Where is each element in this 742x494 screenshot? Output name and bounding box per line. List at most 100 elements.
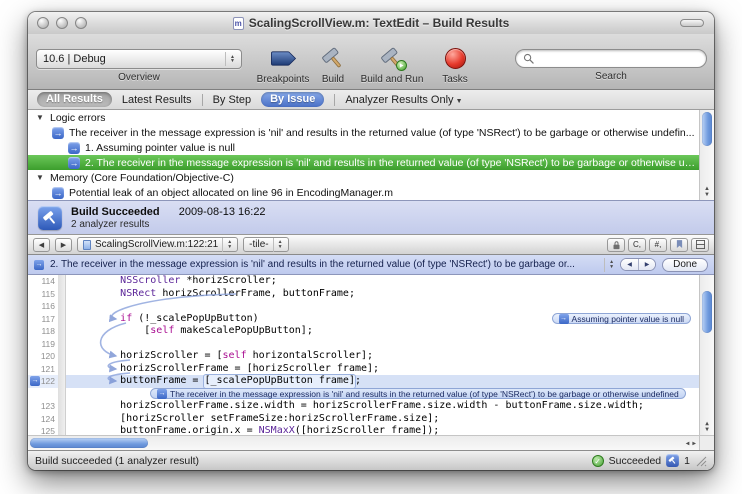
search-input[interactable]: [515, 49, 707, 68]
done-button[interactable]: Done: [662, 258, 708, 272]
code-segment: self: [223, 350, 247, 363]
line-number[interactable]: 123: [28, 400, 58, 413]
line-number[interactable]: 115: [28, 288, 58, 301]
line-number[interactable]: 114: [28, 275, 58, 288]
next-issue-button[interactable]: ▶: [638, 259, 655, 270]
toolbar: 10.6 | Debug ▲▼ Overview Breakpoints: [28, 34, 714, 90]
divider: [334, 94, 335, 106]
scrollbar-thumb[interactable]: [702, 112, 712, 146]
analyzer-count: 1: [684, 455, 690, 467]
bookmark-button[interactable]: [670, 238, 688, 252]
line-number[interactable]: 120: [28, 350, 58, 363]
line-number[interactable]: 117: [28, 313, 58, 326]
code-segment: [72, 313, 120, 326]
scrollbar-arrows[interactable]: ▲ ▼: [700, 421, 714, 433]
line-number[interactable]: 118: [28, 325, 58, 338]
overview-popup[interactable]: 10.6 | Debug ▲▼: [36, 49, 242, 69]
line-number[interactable]: 122→: [28, 375, 58, 388]
result-label: The receiver in the message expression i…: [69, 127, 695, 139]
popup-arrows-icon: ▲▼: [273, 238, 283, 252]
code-line[interactable]: 119: [28, 338, 699, 351]
resize-grip-icon[interactable]: [695, 455, 707, 467]
tasks-button[interactable]: Tasks: [433, 34, 477, 89]
code-segment: [horizScroller setFrameSize:horizScrolle…: [72, 413, 439, 426]
code-line[interactable]: 117 if (!_scalePopUpButton)→Assuming poi…: [28, 313, 699, 326]
code-segment: makeScalePopUpButton];: [174, 325, 312, 338]
scrollbar-arrows[interactable]: ▲ ▼: [700, 186, 714, 198]
result-row[interactable]: →1. Assuming pointer value is null: [28, 140, 699, 155]
line-number[interactable]: 116: [28, 300, 58, 313]
code-line[interactable]: 115 NSRect horizScrollerFrame, buttonFra…: [28, 288, 699, 301]
success-check-icon: ✓: [592, 455, 604, 467]
result-row[interactable]: ▼ Logic errors: [28, 110, 699, 125]
breakpoint-arrow-icon: [270, 50, 297, 67]
result-row[interactable]: →The receiver in the message expression …: [28, 125, 699, 140]
code-line[interactable]: 120 horizScroller = [self horizontalScro…: [28, 350, 699, 363]
code-segment: buttonFrame =: [72, 375, 204, 388]
result-row[interactable]: →Potential leak of an object allocated o…: [28, 185, 699, 200]
result-label: Memory (Core Foundation/Objective-C): [50, 172, 234, 184]
step-arrow-icon: →: [68, 157, 80, 169]
disclosure-triangle-icon[interactable]: ▼: [35, 173, 45, 182]
code-text: [self makeScalePopUpButton];: [66, 325, 699, 338]
scrollbar-thumb[interactable]: [30, 438, 148, 448]
analyzer-badge-icon[interactable]: [666, 454, 679, 467]
build-button[interactable]: Build: [310, 34, 356, 89]
code-segment: horizontalScroller];: [247, 350, 373, 363]
previous-issue-button[interactable]: ◀: [621, 259, 638, 270]
xcode-build-results-window: m ScalingScrollView.m: TextEdit – Build …: [28, 12, 714, 470]
code-line[interactable]: 124 [horizScroller setFrameSize:horizScr…: [28, 413, 699, 426]
analyzer-annotation-row: →The receiver in the message expression …: [28, 388, 699, 401]
method-popup[interactable]: -tile- ▲▼: [243, 237, 288, 252]
result-row[interactable]: ▼ Memory (Core Foundation/Objective-C): [28, 170, 699, 185]
result-row[interactable]: →2. The receiver in the message expressi…: [28, 155, 699, 170]
scroll-down-icon[interactable]: ▼: [704, 192, 710, 198]
status-succeeded-label: Succeeded: [609, 455, 662, 467]
editor-vertical-scrollbar[interactable]: ▲ ▼: [699, 275, 714, 435]
line-number[interactable]: 121: [28, 363, 58, 376]
issue-stepper: ◀ ▶: [620, 258, 656, 271]
code-line[interactable]: 125 buttonFrame.origin.x = NSMaxX([horiz…: [28, 425, 699, 435]
scroll-left-icon[interactable]: ◀: [686, 440, 690, 447]
disclosure-triangle-icon[interactable]: ▼: [35, 113, 45, 122]
scroll-down-icon[interactable]: ▼: [705, 427, 709, 433]
line-number[interactable]: 124: [28, 413, 58, 426]
history-forward-button[interactable]: ▶: [55, 238, 72, 252]
split-editor-button[interactable]: [691, 238, 709, 252]
line-number[interactable]: 125: [28, 425, 58, 435]
filter-all-results[interactable]: All Results: [37, 92, 112, 107]
scrollbar-thumb[interactable]: [702, 291, 712, 333]
code-line[interactable]: 116: [28, 300, 699, 313]
counterpart-button[interactable]: C,: [628, 238, 646, 252]
analyzer-issue-icon: →: [52, 187, 64, 199]
code-line[interactable]: 114 NSScroller *horizScroller;: [28, 275, 699, 288]
filter-latest-results[interactable]: Latest Results: [122, 94, 192, 106]
code-text: if (!_scalePopUpButton)→Assuming pointer…: [66, 313, 699, 326]
code-line[interactable]: 121 horizScrollerFrame = [horizScroller …: [28, 363, 699, 376]
breakpoints-button[interactable]: Breakpoints: [247, 34, 319, 89]
gutter-ribbon: [58, 313, 66, 326]
gutter-ribbon: [58, 388, 66, 401]
file-popup[interactable]: ScalingScrollView.m:122:21 ▲▼: [77, 237, 238, 252]
scroll-right-icon[interactable]: ▶: [692, 440, 696, 447]
code-editor[interactable]: 114 NSScroller *horizScroller;115 NSRect…: [28, 275, 714, 450]
analyzer-results-only-popup[interactable]: Analyzer Results Only▼: [345, 94, 462, 106]
line-number[interactable]: 119: [28, 338, 58, 351]
history-back-button[interactable]: ◀: [33, 238, 50, 252]
filter-by-issue[interactable]: By Issue: [261, 92, 324, 107]
filter-by-step[interactable]: By Step: [213, 94, 252, 106]
result-label: Logic errors: [50, 112, 105, 124]
code-line[interactable]: 122→ buttonFrame = [_scalePopUpButton fr…: [28, 375, 699, 388]
toolbar-toggle-button[interactable]: [680, 19, 704, 27]
code-line[interactable]: 123 horizScrollerFrame.size.width = hori…: [28, 400, 699, 413]
results-scrollbar[interactable]: ▲ ▼: [699, 110, 714, 200]
build-and-run-button[interactable]: Build and Run: [353, 34, 431, 89]
editor-nav-bar: ◀ ▶ ScalingScrollView.m:122:21 ▲▼ -tile-…: [28, 234, 714, 255]
build-timestamp: 2009-08-13 16:22: [179, 206, 266, 218]
analyzer-step-icon: →: [34, 260, 44, 270]
code-line[interactable]: 118 [self makeScalePopUpButton];: [28, 325, 699, 338]
editor-horizontal-scrollbar[interactable]: ◀ ▶: [28, 435, 699, 450]
scrollbar-arrows[interactable]: ◀ ▶: [686, 436, 696, 450]
lock-icon[interactable]: [607, 238, 625, 252]
included-files-button[interactable]: #,: [649, 238, 667, 252]
